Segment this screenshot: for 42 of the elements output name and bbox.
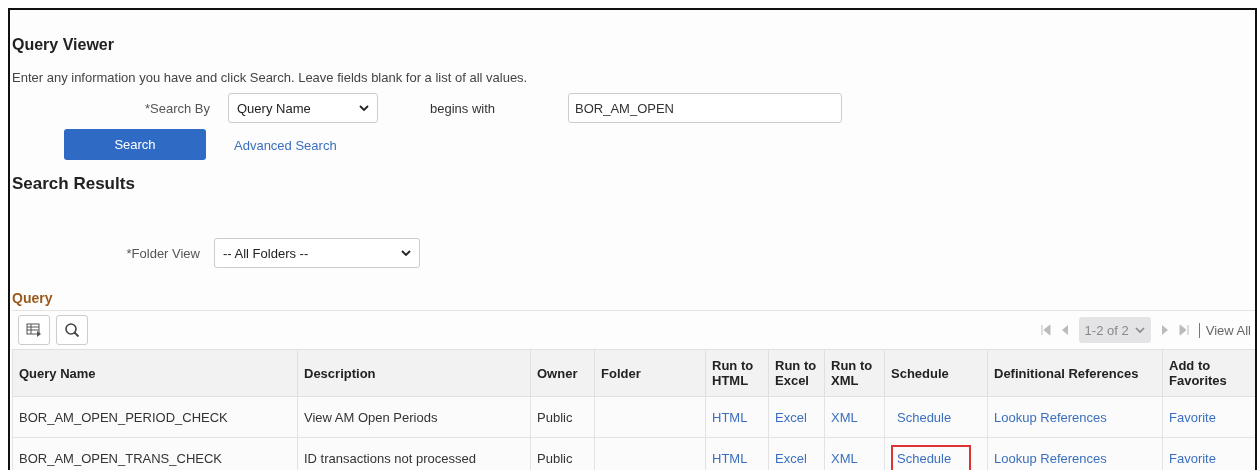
search-by-label: *Search By	[143, 100, 211, 116]
column-header: Owner	[530, 349, 595, 397]
column-header: Folder	[594, 349, 706, 397]
section-title: Search Results	[12, 174, 136, 194]
last-page-icon[interactable]	[1178, 324, 1189, 336]
schedule-link[interactable]: Schedule	[891, 444, 972, 470]
search-by-dropdown[interactable]: Query Name	[228, 93, 378, 123]
chevron-down-icon	[359, 104, 369, 112]
column-header: Query Name	[12, 349, 298, 397]
column-header: Schedule	[884, 349, 988, 397]
instructions-text: Enter any information you have and click Search. Leave fields blank for a list of all values.	[12, 70, 529, 85]
column-header: Run to Excel	[768, 349, 825, 397]
grid-title: Query	[12, 290, 54, 306]
next-page-icon[interactable]	[1160, 324, 1169, 336]
table-cell: ID transactions not processed	[297, 437, 531, 470]
table-cell: Public	[530, 437, 595, 470]
view-all-link[interactable]: View All	[1198, 322, 1251, 338]
folder-view-label: *Folder View	[125, 245, 201, 261]
page-range-dropdown[interactable]: 1-2 of 2	[1078, 317, 1151, 343]
table-cell: BOR_AM_OPEN_TRANS_CHECK	[12, 437, 298, 470]
search-icon[interactable]	[56, 315, 88, 345]
grid-settings-icon[interactable]	[18, 315, 50, 345]
operator-text: begins with	[429, 100, 497, 116]
first-page-icon[interactable]	[1040, 324, 1051, 336]
search-button[interactable]: Search	[64, 129, 206, 160]
table-cell: View AM Open Periods	[297, 396, 531, 438]
chevron-down-icon	[401, 249, 411, 257]
table-cell: BOR_AM_OPEN_PERIOD_CHECK	[12, 396, 298, 438]
xml-link[interactable]: XML	[831, 409, 858, 425]
chevron-down-icon	[1134, 326, 1145, 334]
column-header: Definitional References	[987, 349, 1163, 397]
advanced-search-link[interactable]: Advanced Search	[234, 137, 337, 153]
favorite-link[interactable]: Favorite	[1169, 409, 1216, 425]
search-value-field[interactable]: BOR_AM_OPEN	[568, 93, 842, 123]
column-header: Add to Favorites	[1162, 349, 1255, 397]
folder-view-dropdown[interactable]: -- All Folders --	[214, 238, 420, 268]
column-header: Run to HTML	[705, 349, 769, 397]
column-header: Run to XML	[824, 349, 885, 397]
previous-page-icon[interactable]	[1060, 324, 1069, 336]
column-header: Description	[297, 349, 531, 397]
page-title: Query Viewer	[12, 36, 115, 55]
table-cell: Public	[530, 396, 595, 438]
